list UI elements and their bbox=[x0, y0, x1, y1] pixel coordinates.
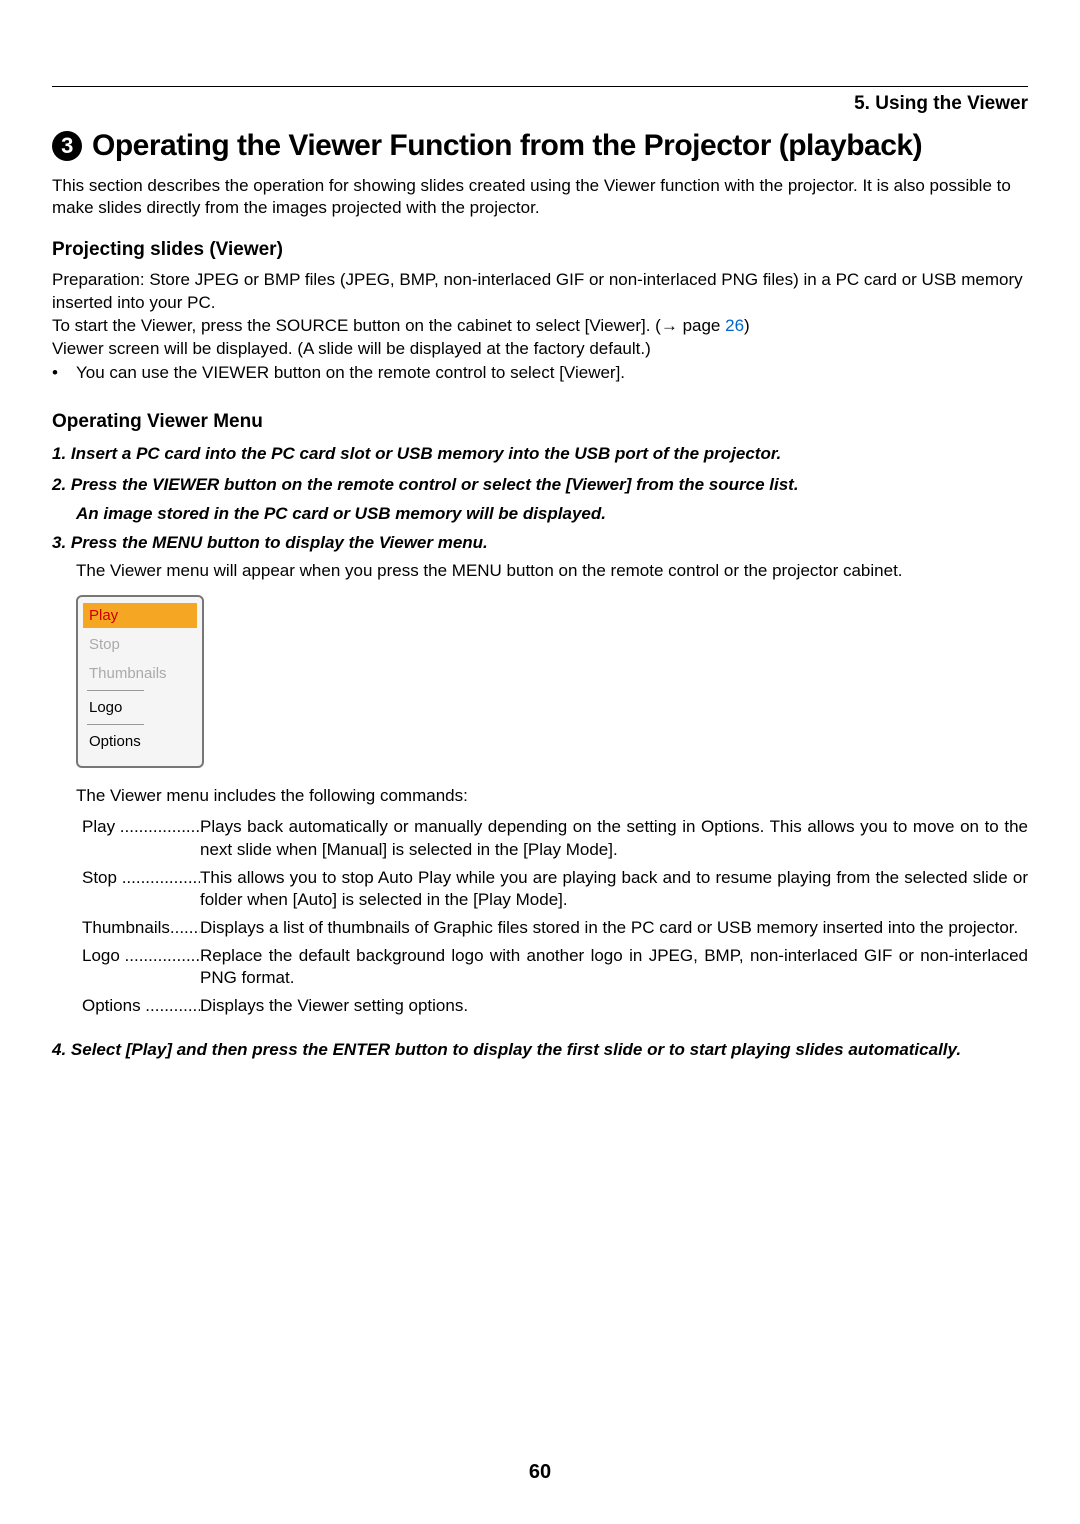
menu-divider bbox=[87, 724, 144, 725]
step-3: 3. Press the MENU button to display the … bbox=[52, 530, 1028, 556]
subheading-operating-menu: Operating Viewer Menu bbox=[52, 411, 1028, 433]
command-thumbnails-label: Thumbnails........ bbox=[82, 917, 200, 939]
command-logo: Logo .................. Replace the defa… bbox=[82, 945, 1028, 989]
start-viewer-suffix: ) bbox=[744, 316, 750, 335]
top-rule bbox=[52, 86, 1028, 87]
step-2: 2. Press the VIEWER button on the remote… bbox=[52, 472, 1028, 498]
section-title-text: Operating the Viewer Function from the P… bbox=[92, 129, 922, 163]
page-reference-link[interactable]: 26 bbox=[725, 316, 744, 335]
menu-item-options: Options bbox=[83, 729, 197, 754]
command-options-label: Options .............. bbox=[82, 995, 200, 1017]
viewer-bullet-line: • You can use the VIEWER button on the r… bbox=[52, 363, 1028, 383]
step-2-sub: An image stored in the PC card or USB me… bbox=[76, 504, 1028, 524]
start-viewer-prefix: To start the Viewer, press the SOURCE bu… bbox=[52, 316, 725, 335]
menu-item-play: Play bbox=[83, 603, 197, 628]
step-4: 4. Select [Play] and then press the ENTE… bbox=[52, 1037, 1028, 1063]
intro-paragraph: This section describes the operation for… bbox=[52, 175, 1028, 219]
command-stop: Stop ................... This allows you… bbox=[82, 867, 1028, 911]
command-list: Play ................... Plays back auto… bbox=[82, 816, 1028, 1017]
chapter-title: 5. Using the Viewer bbox=[52, 93, 1028, 115]
viewer-screen-text: Viewer screen will be displayed. (A slid… bbox=[52, 338, 1028, 361]
step-3-note: The Viewer menu will appear when you pre… bbox=[76, 561, 1028, 581]
menu-divider bbox=[87, 690, 144, 691]
command-thumbnails-desc: Displays a list of thumbnails of Graphic… bbox=[200, 917, 1028, 939]
command-options: Options .............. Displays the View… bbox=[82, 995, 1028, 1017]
command-play-label: Play ................... bbox=[82, 816, 200, 838]
section-heading: 3 Operating the Viewer Function from the… bbox=[52, 129, 1028, 163]
command-stop-desc: This allows you to stop Auto Play while … bbox=[200, 867, 1028, 911]
command-logo-label: Logo .................. bbox=[82, 945, 200, 967]
section-number-badge: 3 bbox=[52, 131, 82, 161]
command-play-desc: Plays back automatically or manually dep… bbox=[200, 816, 1028, 860]
page-number: 60 bbox=[0, 1461, 1080, 1484]
command-stop-label: Stop ................... bbox=[82, 867, 200, 889]
viewer-menu-screenshot: Play Stop Thumbnails Logo Options bbox=[76, 595, 204, 768]
start-viewer-text: To start the Viewer, press the SOURCE bu… bbox=[52, 315, 1028, 338]
commands-intro: The Viewer menu includes the following c… bbox=[76, 786, 1028, 806]
command-logo-desc: Replace the default background logo with… bbox=[200, 945, 1028, 989]
command-thumbnails: Thumbnails........ Displays a list of th… bbox=[82, 917, 1028, 939]
menu-item-thumbnails: Thumbnails bbox=[83, 661, 197, 686]
subheading-projecting-slides: Projecting slides (Viewer) bbox=[52, 239, 1028, 261]
menu-item-logo: Logo bbox=[83, 695, 197, 720]
command-options-desc: Displays the Viewer setting options. bbox=[200, 995, 1028, 1017]
step-1: 1. Insert a PC card into the PC card slo… bbox=[52, 441, 1028, 467]
bullet-dot: • bbox=[52, 363, 66, 383]
preparation-text: Preparation: Store JPEG or BMP files (JP… bbox=[52, 269, 1028, 315]
viewer-bullet-text: You can use the VIEWER button on the rem… bbox=[76, 363, 625, 383]
command-play: Play ................... Plays back auto… bbox=[82, 816, 1028, 860]
menu-item-stop: Stop bbox=[83, 632, 197, 657]
